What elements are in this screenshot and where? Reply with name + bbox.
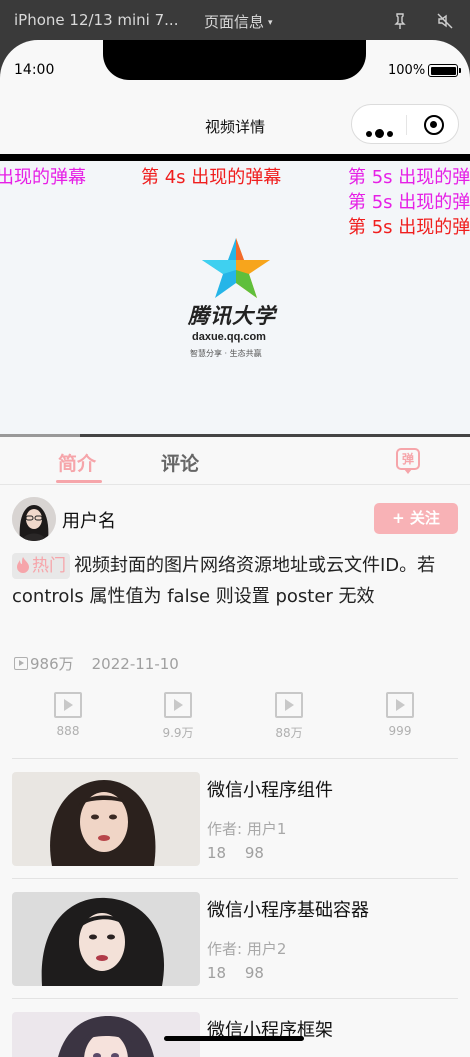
divider: [12, 998, 458, 999]
action-item[interactable]: 999: [370, 692, 430, 738]
publish-date: 2022-11-10: [91, 655, 179, 673]
tab-comments[interactable]: 评论: [161, 449, 199, 476]
battery-tip: [459, 68, 461, 73]
stat-value: 98: [244, 964, 264, 982]
tab-intro[interactable]: 简介: [58, 449, 96, 476]
nav-bar: 视频详情: [0, 98, 470, 152]
device-selector[interactable]: iPhone 12/13 mini 7...: [14, 11, 178, 29]
recommendation-item[interactable]: 微信小程序框架: [12, 1012, 458, 1057]
danmaku-0: 出现的弹幕: [0, 167, 86, 188]
page-info-label: 页面信息: [204, 13, 265, 31]
play-count: 986万: [30, 655, 74, 673]
recommendation-thumbnail: [12, 1012, 200, 1057]
battery-icon: [428, 64, 458, 77]
danmaku-1: 第 4s 出现的弹幕: [141, 167, 282, 188]
recommendation-stats: 18 98: [207, 964, 264, 982]
recommendation-title: 微信小程序组件: [207, 780, 333, 801]
danmaku-3: 第 5s 出现的弹: [348, 192, 470, 213]
recommendation-item[interactable]: 微信小程序组件 作者: 用户1 18 98: [12, 772, 458, 868]
action-count: 9.9万: [162, 726, 194, 740]
logo-brand: 腾讯大学: [188, 304, 276, 328]
play-box-icon: [275, 692, 303, 718]
action-item[interactable]: 9.9万: [148, 692, 208, 741]
action-item[interactable]: 88万: [259, 692, 319, 741]
notch: [103, 40, 366, 80]
video-meta: 986万 2022-11-10: [14, 653, 179, 674]
devtools-toolbar: iPhone 12/13 mini 7... 页面信息 ▾: [0, 0, 470, 42]
video-poster-logo: 腾讯大学 daxue.qq.com 智慧分享 · 生态共赢: [186, 236, 286, 366]
miniprogram-capsule: [351, 104, 459, 144]
more-dots-icon[interactable]: [366, 123, 396, 142]
stat-value: 18: [207, 964, 227, 982]
hot-badge: 热门: [12, 553, 70, 579]
battery-percentage: 100%: [388, 63, 426, 78]
mute-icon[interactable]: [436, 12, 454, 30]
recommendation-stats: 18 98: [207, 844, 264, 862]
play-box-icon: [54, 692, 82, 718]
home-indicator: [164, 1036, 304, 1041]
hot-badge-label: 热门: [32, 556, 66, 576]
danmaku-4: 第 5s 出现的弹: [348, 217, 470, 238]
follow-button[interactable]: + 关注: [374, 503, 458, 534]
author-row: 用户名 + 关注: [12, 497, 458, 543]
description-text: 视频封面的图片网络资源地址或云文件ID。若 controls 属性值为 fals…: [12, 555, 436, 607]
play-count-icon: [14, 657, 28, 670]
recommendation-thumbnail: [12, 892, 200, 986]
logo-slogan: 智慧分享 · 生态共赢: [190, 349, 262, 358]
stat-value: 18: [207, 844, 227, 862]
video-description: 热门 视频封面的图片网络资源地址或云文件ID。若 controls 属性值为 fa…: [12, 550, 458, 612]
action-count: 88万: [275, 726, 303, 740]
phone-screen: 14:00 100% 视频详情 出现的弹幕 第 4s 出现的弹幕 第 5s 出现…: [0, 40, 470, 1057]
danmu-toggle-icon[interactable]: 弹: [396, 448, 420, 474]
recommendation-author: 作者: 用户1: [207, 820, 287, 838]
tab-active-indicator: [56, 480, 102, 483]
recommendation-title: 微信小程序基础容器: [207, 900, 369, 921]
play-box-icon: [386, 692, 414, 718]
status-time: 14:00: [14, 62, 55, 78]
avatar[interactable]: [12, 497, 56, 541]
divider: [12, 758, 458, 759]
video-player[interactable]: 出现的弹幕 第 4s 出现的弹幕 第 5s 出现的弹 第 5s 出现的弹 第 5…: [0, 154, 470, 435]
action-count: 999: [388, 724, 412, 738]
capsule-divider: [406, 115, 407, 135]
action-count: 888: [56, 724, 80, 738]
page-info-menu[interactable]: 页面信息 ▾: [204, 11, 273, 32]
target-icon[interactable]: [424, 115, 444, 135]
author-name: 用户名: [62, 511, 116, 532]
recommendation-thumbnail: [12, 772, 200, 866]
action-row: 888 9.9万 88万 999: [0, 692, 470, 750]
divider: [12, 878, 458, 879]
chevron-down-icon: ▾: [268, 18, 273, 28]
recommendation-item[interactable]: 微信小程序基础容器 作者: 用户2 18 98: [12, 892, 458, 988]
stat-value: 98: [244, 844, 264, 862]
star-logo-icon: [202, 238, 270, 298]
danmaku-2: 第 5s 出现的弹: [348, 167, 470, 188]
play-box-icon: [164, 692, 192, 718]
tab-bar: 简介 评论 弹: [0, 437, 470, 485]
pin-icon[interactable]: [391, 12, 409, 30]
recommendation-author: 作者: 用户2: [207, 940, 287, 958]
action-item[interactable]: 888: [38, 692, 98, 738]
logo-domain: daxue.qq.com: [192, 331, 266, 343]
flame-icon: [17, 557, 29, 573]
